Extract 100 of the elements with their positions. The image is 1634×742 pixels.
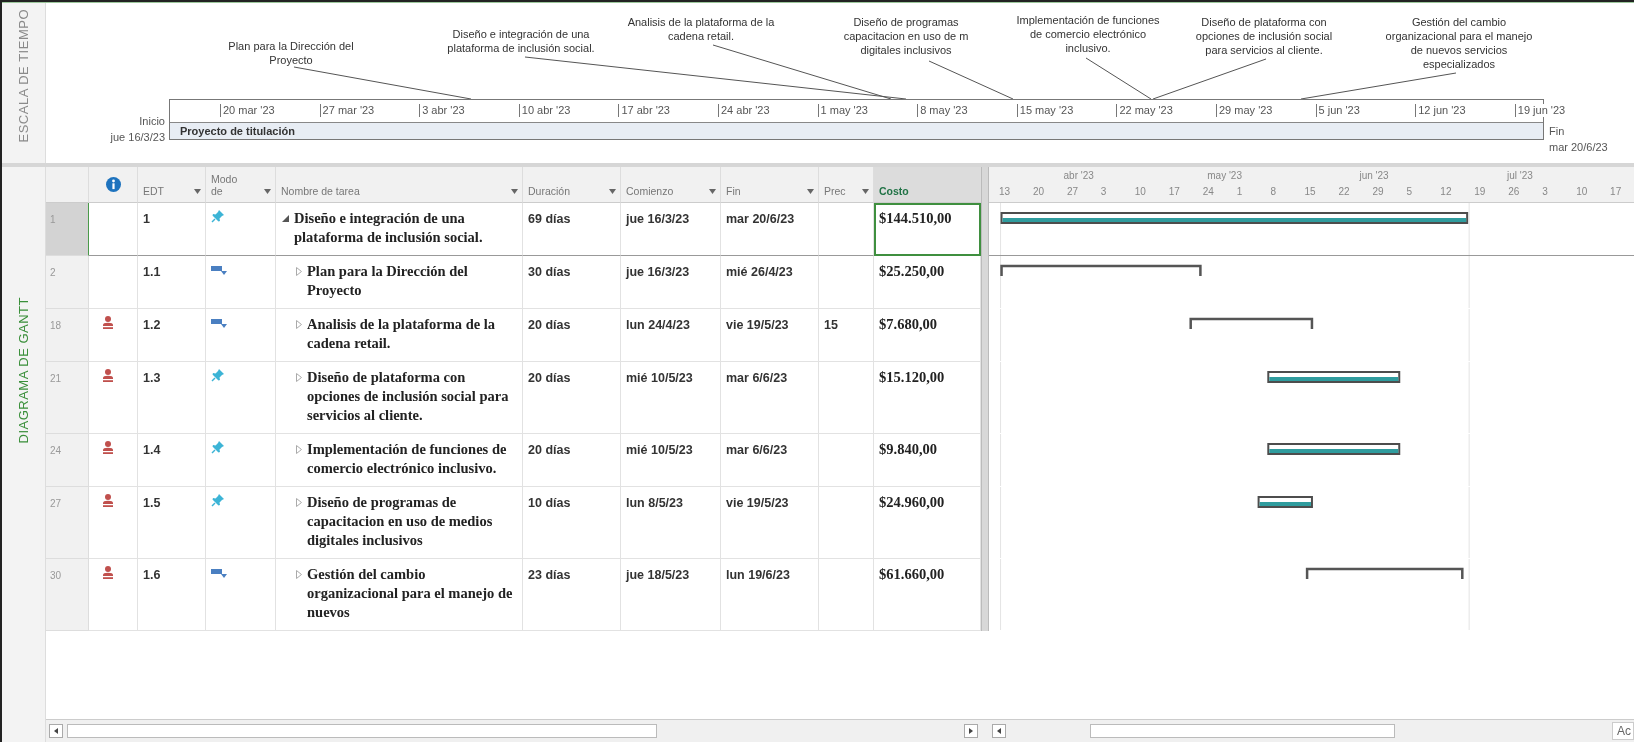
cost-cell: $144.510,00: [879, 210, 952, 226]
summary-bar[interactable]: [1189, 317, 1314, 329]
start-date-cell: jue 18/5/23: [626, 568, 690, 582]
task-bar[interactable]: [1267, 371, 1401, 383]
column-header[interactable]: Modo de: [206, 167, 276, 203]
task-name: Diseño e integración de una plataforma de inclusión social.: [294, 209, 484, 247]
column-header[interactable]: Costo: [874, 167, 981, 203]
duration-cell: 23 días: [528, 568, 571, 582]
column-header[interactable]: Comienzo: [621, 167, 721, 203]
scroll-left-button[interactable]: [49, 724, 63, 738]
collapse-icon[interactable]: [282, 215, 289, 222]
duration-cell: 20 días: [528, 443, 571, 457]
caret-icon[interactable]: [807, 189, 814, 194]
scroll-left-button[interactable]: [992, 724, 1006, 738]
timeline-tick: 12 jun '23: [1415, 104, 1468, 117]
wbs-code: 1.2: [143, 318, 161, 332]
end-date: mar 20/6/23: [1549, 141, 1608, 153]
timeline-tick: 20 mar '23: [220, 104, 277, 117]
callout-label: Analisis de la plataforma de la cadena retail.: [627, 15, 775, 43]
auto-schedule-icon: [211, 265, 227, 276]
finish-date-cell: mar 6/6/23: [726, 371, 788, 385]
callout-label: Implementación de funciones de comercio electrónico inclusivo.: [1016, 13, 1160, 55]
finish-date-cell: vie 19/5/23: [726, 318, 789, 332]
left-arrow-icon: [997, 728, 1001, 734]
row-header[interactable]: 18: [46, 309, 89, 362]
cost-cell: $25.250,00: [879, 263, 945, 279]
person-icon: [103, 441, 113, 454]
gantt-side-label: DIAGRAMA DE GANTT: [16, 297, 31, 444]
duration-cell: 20 días: [528, 371, 571, 385]
row-header[interactable]: 24: [46, 434, 89, 487]
left-arrow-icon: [54, 728, 58, 734]
cost-cell: $61.660,00: [879, 566, 945, 582]
cost-cell: $24.960,00: [879, 494, 945, 510]
person-icon: [103, 494, 113, 507]
wbs-code: 1: [143, 212, 150, 226]
corner-text: Ac: [1612, 722, 1634, 740]
start-date-cell: lun 8/5/23: [626, 496, 683, 510]
start-date-cell: mié 10/5/23: [626, 371, 693, 385]
duration-cell: 10 días: [528, 496, 571, 510]
duration-cell: 69 días: [528, 212, 571, 226]
row-header[interactable]: 27: [46, 487, 89, 559]
pin-icon: [211, 368, 225, 382]
indicator-header[interactable]: [89, 167, 138, 203]
scrollbar-thumb[interactable]: [1090, 724, 1395, 738]
day-label: 8: [1270, 186, 1277, 197]
cost-cell: $7.680,00: [879, 316, 937, 332]
start-label: Inicio: [139, 115, 165, 127]
column-header[interactable]: EDT: [138, 167, 206, 203]
caret-icon[interactable]: [194, 189, 201, 194]
month-label: abr '23: [1063, 170, 1094, 181]
caret-icon[interactable]: [609, 189, 616, 194]
column-header[interactable]: Nombre de tarea: [276, 167, 523, 203]
predecessor-cell: 15: [824, 318, 838, 332]
finish-date-cell: mié 26/4/23: [726, 265, 793, 279]
day-label: 3: [1100, 186, 1107, 197]
cost-cell: $9.840,00: [879, 441, 937, 457]
column-header[interactable]: Duración: [523, 167, 621, 203]
finish-date-cell: vie 19/5/23: [726, 496, 789, 510]
callout-label: Diseño de plataforma con opciones de inclusión social para servicios al cliente.: [1195, 15, 1333, 57]
day-label: 27: [1066, 186, 1078, 197]
duration-cell: 30 días: [528, 265, 571, 279]
day-label: 29: [1372, 186, 1384, 197]
day-label: 10: [1576, 186, 1588, 197]
caret-icon[interactable]: [264, 189, 271, 194]
task-bar[interactable]: [1257, 496, 1313, 508]
summary-bar[interactable]: [1000, 264, 1202, 276]
start-date-cell: jue 16/3/23: [626, 265, 690, 279]
table-scrollbar[interactable]: [46, 722, 981, 740]
day-label: 10: [1134, 186, 1146, 197]
task-bar[interactable]: [1000, 212, 1469, 224]
timeline-tick: 1 may '23: [817, 104, 870, 117]
month-label: jul '23: [1507, 170, 1533, 181]
timeline-tick: 3 abr '23: [419, 104, 467, 117]
wbs-code: 1.6: [143, 568, 161, 582]
wbs-code: 1.5: [143, 496, 161, 510]
start-date-cell: lun 24/4/23: [626, 318, 690, 332]
finish-date-cell: mar 6/6/23: [726, 443, 788, 457]
day-label: 5: [1406, 186, 1412, 197]
summary-bar[interactable]: [1305, 567, 1464, 579]
wbs-code: 1.4: [143, 443, 161, 457]
column-header[interactable]: Fin: [721, 167, 819, 203]
task-name: Diseño de programas de capacitacion en uso de medios digitales inclusivos: [307, 493, 494, 550]
auto-schedule-icon: [211, 318, 227, 329]
scroll-right-button[interactable]: [964, 724, 978, 738]
callout-label: Diseño e integración de una plataforma de inclusión social.: [447, 27, 595, 55]
row-header[interactable]: 21: [46, 362, 89, 434]
project-name: Proyecto de titulación: [180, 125, 295, 137]
timeline-tick: 19 jun '23: [1514, 104, 1568, 117]
row-header[interactable]: 30: [46, 559, 89, 631]
caret-icon[interactable]: [511, 189, 518, 194]
pin-icon: [211, 493, 225, 507]
task-bar[interactable]: [1267, 443, 1401, 455]
day-label: 24: [1202, 186, 1214, 197]
row-header[interactable]: 2: [46, 256, 89, 309]
column-header[interactable]: Prec: [819, 167, 874, 203]
caret-icon[interactable]: [709, 189, 716, 194]
caret-icon[interactable]: [862, 189, 869, 194]
person-icon: [103, 566, 113, 579]
scrollbar-thumb[interactable]: [67, 724, 657, 738]
wbs-code: 1.3: [143, 371, 161, 385]
